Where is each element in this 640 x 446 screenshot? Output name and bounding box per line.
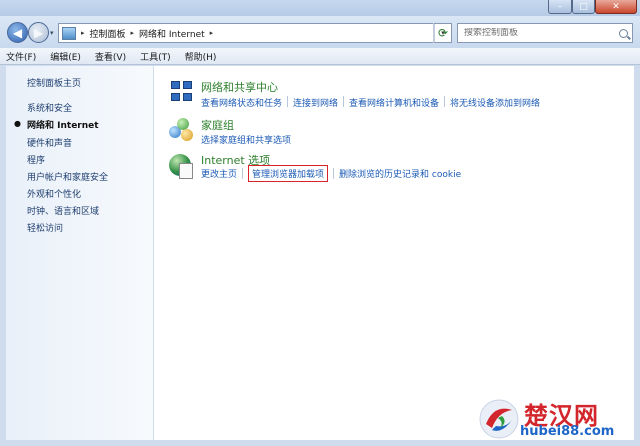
close-button[interactable]: ✕ [595,0,637,14]
search-box[interactable] [457,23,633,43]
refresh-button[interactable]: ⟳ [433,23,452,43]
menu-tools[interactable]: 工具(T) [140,50,171,63]
link-change-homepage[interactable]: 更改主页 [201,167,237,180]
menu-view[interactable]: 查看(V) [95,50,126,63]
menu-edit[interactable]: 编辑(E) [50,50,81,63]
recent-pages-dropdown[interactable]: ▾ [50,29,54,37]
refresh-icon: ⟳ [437,26,449,40]
sidebar-item-control-panel-home[interactable]: 控制面板主页 [27,76,81,89]
watermark-url: hubei88.com [520,424,615,439]
link-divider [287,96,289,107]
arrow-right-icon: ▶ [33,25,44,40]
menu-file[interactable]: 文件(F) [6,50,36,63]
link-add-wireless-device[interactable]: 将无线设备添加到网络 [450,96,540,109]
maximize-button[interactable]: □ [572,0,595,14]
link-divider [333,168,335,179]
address-bar[interactable]: ▸ 控制面板 ▸ 网络和 Internet ▸ ▾ [58,23,452,43]
back-button[interactable]: ◀ [7,22,28,43]
menu-help[interactable]: 帮助(H) [185,50,217,63]
homegroup-icon[interactable] [169,118,195,144]
link-manage-browser-addons[interactable]: 管理浏览器加载项 [248,165,329,182]
sidebar-item-network-internet: 网络和 Internet [27,121,99,131]
minimize-button[interactable]: – [548,0,572,14]
sidebar-item-system-security[interactable]: 系统和安全 [27,101,72,114]
arrow-left-icon: ◀ [12,25,23,40]
breadcrumb-separator[interactable]: ▸ [131,29,135,37]
breadcrumb-control-panel[interactable]: 控制面板 [90,27,126,40]
link-homegroup-options[interactable]: 选择家庭组和共享选项 [201,133,291,146]
breadcrumb-separator[interactable]: ▸ [210,29,214,37]
link-view-network-computers[interactable]: 查看网络计算机和设备 [349,96,439,109]
control-panel-icon [62,26,76,40]
sidebar-item-appearance[interactable]: 外观和个性化 [27,187,81,200]
watermark-logo-icon [479,399,519,439]
forward-button[interactable]: ▶ [28,22,49,43]
link-divider [444,96,446,107]
sidebar-item-user-accounts[interactable]: 用户帐户和家庭安全 [27,170,108,183]
sidebar-item-hardware-sound[interactable]: 硬件和声音 [27,136,72,149]
sidebar-item-programs[interactable]: 程序 [27,153,45,166]
menu-bar: 文件(F) 编辑(E) 查看(V) 工具(T) 帮助(H) [0,48,640,65]
link-connect-to-network[interactable]: 连接到网络 [293,96,338,109]
homegroup-links: 选择家庭组和共享选项 [201,133,291,146]
search-input[interactable] [464,28,614,38]
internet-options-icon[interactable] [169,154,195,180]
category-title-homegroup[interactable]: 家庭组 [201,117,234,133]
sidebar-item-clock-language[interactable]: 时钟、语言和区域 [27,204,99,217]
breadcrumb-separator[interactable]: ▸ [81,29,85,37]
breadcrumb-network-internet[interactable]: 网络和 Internet [139,27,205,40]
link-divider [242,168,244,179]
title-bar: – □ ✕ [0,0,640,16]
category-title-network-sharing[interactable]: 网络和共享中心 [201,79,278,95]
active-bullet-icon: ● [14,119,21,128]
link-divider [343,96,345,107]
network-sharing-links: 查看网络状态和任务 连接到网络 查看网络计算机和设备 将无线设备添加到网络 [201,96,540,109]
link-view-network-status[interactable]: 查看网络状态和任务 [201,96,282,109]
main-content: 网络和共享中心 查看网络状态和任务 连接到网络 查看网络计算机和设备 将无线设备… [154,66,634,440]
link-delete-browsing-history[interactable]: 删除浏览的历史记录和 cookie [339,167,461,180]
search-icon[interactable] [619,28,628,38]
sidebar-item-ease-of-access[interactable]: 轻松访问 [27,221,63,234]
address-row: ◀ ▶ ▾ ▸ 控制面板 ▸ 网络和 Internet ▸ ▾ ⟳ [0,16,640,48]
sidebar: 控制面板主页 系统和安全 ● 网络和 Internet 硬件和声音 程序 用户帐… [6,66,153,440]
network-sharing-icon[interactable] [169,79,195,105]
internet-options-links: 更改主页 管理浏览器加载项 删除浏览的历史记录和 cookie [201,165,461,182]
